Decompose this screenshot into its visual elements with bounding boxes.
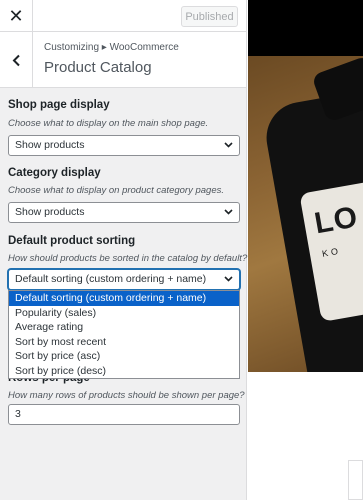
shop-display-select[interactable]: Show products [8, 135, 240, 156]
shop-display-description: Choose what to display on the main shop … [8, 118, 209, 129]
shop-display-label: Shop page display [8, 99, 110, 111]
shop-display-value: Show products [15, 139, 85, 151]
customizer-header: ✕ Published [0, 0, 246, 32]
category-display-select[interactable]: Show products [8, 202, 240, 223]
chevron-down-icon [224, 276, 233, 282]
chevron-down-icon [224, 209, 233, 215]
site-preview[interactable]: LO KO [248, 0, 363, 500]
default-sorting-value: Default sorting (custom ordering + name) [15, 273, 207, 285]
bottle-label-text: LO [311, 200, 361, 241]
customizer-sidebar: ✕ Published Customizing ▸ WooCommerce Pr… [0, 0, 247, 500]
rows-per-page-description: How many rows of products should be show… [8, 390, 245, 401]
dropdown-option[interactable]: Sort by most recent [9, 335, 239, 350]
preview-card [348, 460, 363, 500]
bottle-label-subtext: KO [321, 245, 342, 259]
dropdown-option[interactable]: Average rating [9, 320, 239, 335]
chevron-left-icon [12, 54, 20, 66]
panel-title: Product Catalog [44, 59, 152, 76]
default-sorting-label: Default product sorting [8, 235, 136, 247]
back-button[interactable] [0, 32, 33, 88]
publish-button[interactable]: Published [181, 6, 238, 27]
sorting-dropdown-list: Default sorting (custom ordering + name)… [8, 290, 240, 379]
breadcrumb: Customizing ▸ WooCommerce [44, 42, 179, 53]
dropdown-option[interactable]: Default sorting (custom ordering + name) [9, 291, 239, 306]
preview-header [248, 0, 363, 56]
category-display-description: Choose what to display on product catego… [8, 185, 224, 196]
close-icon[interactable]: ✕ [0, 0, 33, 32]
default-sorting-select[interactable]: Default sorting (custom ordering + name) [8, 269, 240, 290]
rows-per-page-input[interactable]: 3 [8, 404, 240, 425]
category-display-value: Show products [15, 206, 85, 218]
default-sorting-description: How should products be sorted in the cat… [8, 253, 248, 264]
dropdown-option[interactable]: Sort by price (desc) [9, 364, 239, 379]
chevron-down-icon [224, 142, 233, 148]
dropdown-option[interactable]: Sort by price (asc) [9, 349, 239, 364]
dropdown-option[interactable]: Popularity (sales) [9, 306, 239, 321]
product-image: LO KO [248, 56, 363, 372]
category-display-label: Category display [8, 167, 101, 179]
section-header: Customizing ▸ WooCommerce Product Catalo… [0, 32, 246, 88]
